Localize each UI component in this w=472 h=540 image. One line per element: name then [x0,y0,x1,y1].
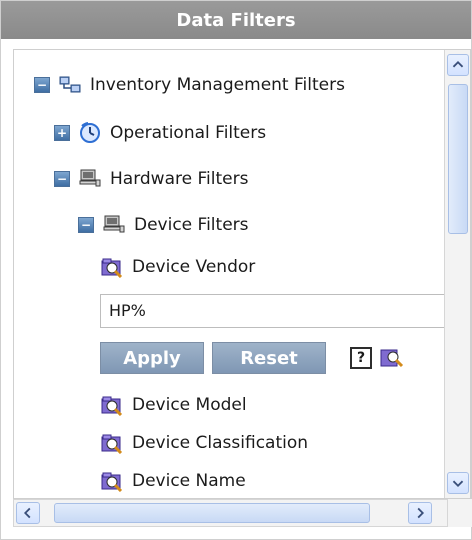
tree-label-device-name: Device Name [132,471,246,491]
scrollbar-corner [447,499,472,527]
computer-icon [78,168,102,190]
panel-header: Data Filters [1,1,471,39]
tree-label-device-vendor: Device Vendor [132,257,256,277]
clock-icon [78,122,102,144]
tree-label-device-classification: Device Classification [132,433,309,453]
horizontal-scrollbar[interactable] [13,499,459,527]
folder-search-icon [100,470,124,493]
tree-item-device-filters[interactable]: − Device Filters [78,214,249,236]
vertical-scrollbar[interactable] [444,50,470,498]
collapse-toggle-icon[interactable]: − [34,77,50,93]
help-icon-label: ? [356,350,366,366]
tree-item-device-model[interactable]: Device Model [100,394,247,417]
computer-icon [102,214,126,236]
vertical-scroll-thumb[interactable] [448,84,468,234]
tree-item-operational[interactable]: + Operational Filters [54,122,266,144]
tree-item-inventory[interactable]: − Inventory Management Filters [34,74,345,96]
tree-label-device-model: Device Model [132,395,247,415]
scroll-down-button[interactable] [447,472,469,494]
folder-search-icon [100,256,124,279]
apply-button-label: Apply [123,347,181,369]
horizontal-scroll-thumb[interactable] [54,503,370,523]
reset-button[interactable]: Reset [212,342,326,374]
scroll-right-button[interactable] [408,502,432,524]
apply-button[interactable]: Apply [100,342,204,374]
tree-item-device-classification[interactable]: Device Classification [100,432,309,455]
tree-label-device-filters: Device Filters [134,215,249,235]
folder-search-icon [100,394,124,417]
collapse-toggle-icon[interactable]: − [54,171,70,187]
search-icon[interactable] [378,344,404,370]
tree-content-area: − Inventory Management Filters + Operati… [13,49,471,499]
scroll-left-button[interactable] [16,502,40,524]
scroll-up-button[interactable] [447,54,469,76]
tree-label-operational: Operational Filters [110,123,267,143]
device-vendor-filter-input[interactable]: HP% [100,294,452,328]
data-filters-panel: Data Filters − Inventory Management Filt… [0,0,472,540]
help-icon[interactable]: ? [350,347,372,369]
network-icon [58,74,82,96]
tree-label-hardware: Hardware Filters [110,169,249,189]
tree-item-device-name[interactable]: Device Name [100,470,246,493]
folder-search-icon [100,432,124,455]
expand-toggle-icon[interactable]: + [54,125,70,141]
reset-button-label: Reset [240,347,298,369]
panel-title: Data Filters [176,9,296,31]
collapse-toggle-icon[interactable]: − [78,217,94,233]
tree-item-hardware[interactable]: − Hardware Filters [54,168,248,190]
tree-item-device-vendor[interactable]: Device Vendor [100,256,256,279]
tree-label-inventory: Inventory Management Filters [90,75,345,95]
